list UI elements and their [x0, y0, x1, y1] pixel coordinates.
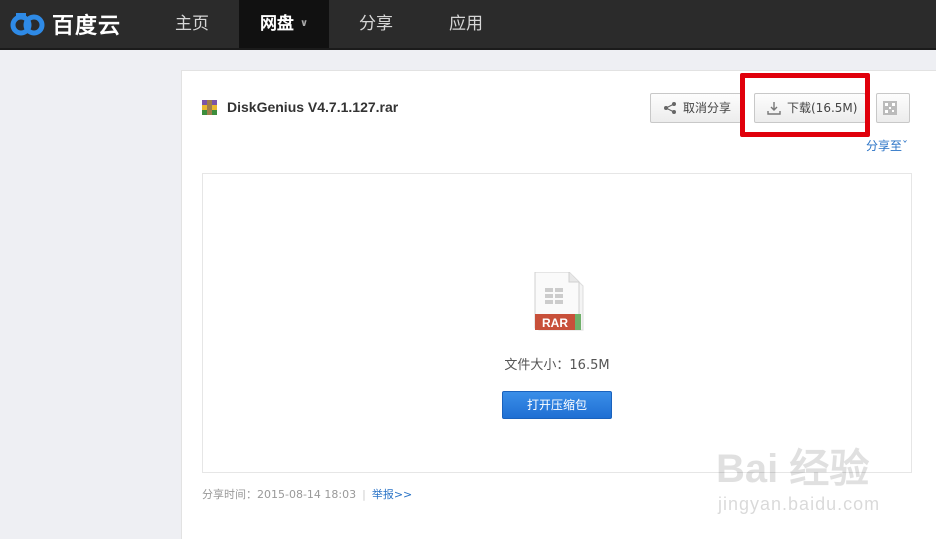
qr-code-button[interactable]	[876, 93, 910, 123]
nav-item-share[interactable]: 分享	[338, 0, 414, 48]
nav-item-netdisk[interactable]: 网盘 ∨	[239, 0, 329, 48]
download-icon	[767, 102, 781, 115]
open-archive-button[interactable]: 打开压缩包	[502, 391, 612, 419]
download-label: 下载(16.5M)	[787, 101, 858, 115]
file-size-label: 文件大小：16.5M	[504, 358, 610, 373]
share-time-text: 分享时间：2015-08-14 18:03	[202, 488, 357, 501]
top-nav-bar: 百度云 主页 网盘 ∨ 分享 应用	[0, 0, 936, 50]
rar-file-icon	[202, 99, 217, 115]
cancel-share-button[interactable]: 取消分享	[650, 93, 742, 123]
download-button[interactable]: 下载(16.5M)	[754, 93, 866, 123]
share-panel: DiskGenius V4.7.1.127.rar 取消分享 下载(16.5M)…	[181, 70, 936, 539]
cancel-share-label: 取消分享	[683, 101, 732, 115]
nav-item-apps[interactable]: 应用	[428, 0, 504, 48]
nav-item-label: 网盘	[259, 14, 294, 34]
chevron-down-icon: ∨	[299, 18, 309, 29]
share-icon	[664, 102, 676, 114]
chevron-down-icon: ˇ	[902, 139, 909, 153]
divider: |	[362, 488, 366, 501]
file-name: DiskGenius V4.7.1.127.rar	[227, 99, 399, 115]
brand-name: 百度云	[52, 14, 122, 39]
file-type-badge: RAR	[542, 316, 568, 330]
share-time-footer: 分享时间：2015-08-14 18:03 | 举报>>	[202, 486, 412, 502]
cloud-logo-icon	[10, 13, 45, 36]
qr-code-icon	[883, 101, 897, 115]
file-preview-area: RAR 文件大小：16.5M 打开压缩包	[202, 173, 912, 473]
share-to-label: 分享至	[866, 139, 903, 153]
report-link[interactable]: 举报>>	[372, 488, 412, 501]
nav-item-home[interactable]: 主页	[154, 0, 230, 48]
share-to-dropdown[interactable]: 分享至ˇ	[866, 137, 908, 154]
nav-item-label: 主页	[175, 14, 209, 34]
nav-item-label: 分享	[359, 14, 393, 34]
file-header: DiskGenius V4.7.1.127.rar	[202, 99, 398, 115]
nav-item-label: 应用	[449, 14, 483, 34]
brand-logo[interactable]: 百度云	[10, 9, 121, 39]
